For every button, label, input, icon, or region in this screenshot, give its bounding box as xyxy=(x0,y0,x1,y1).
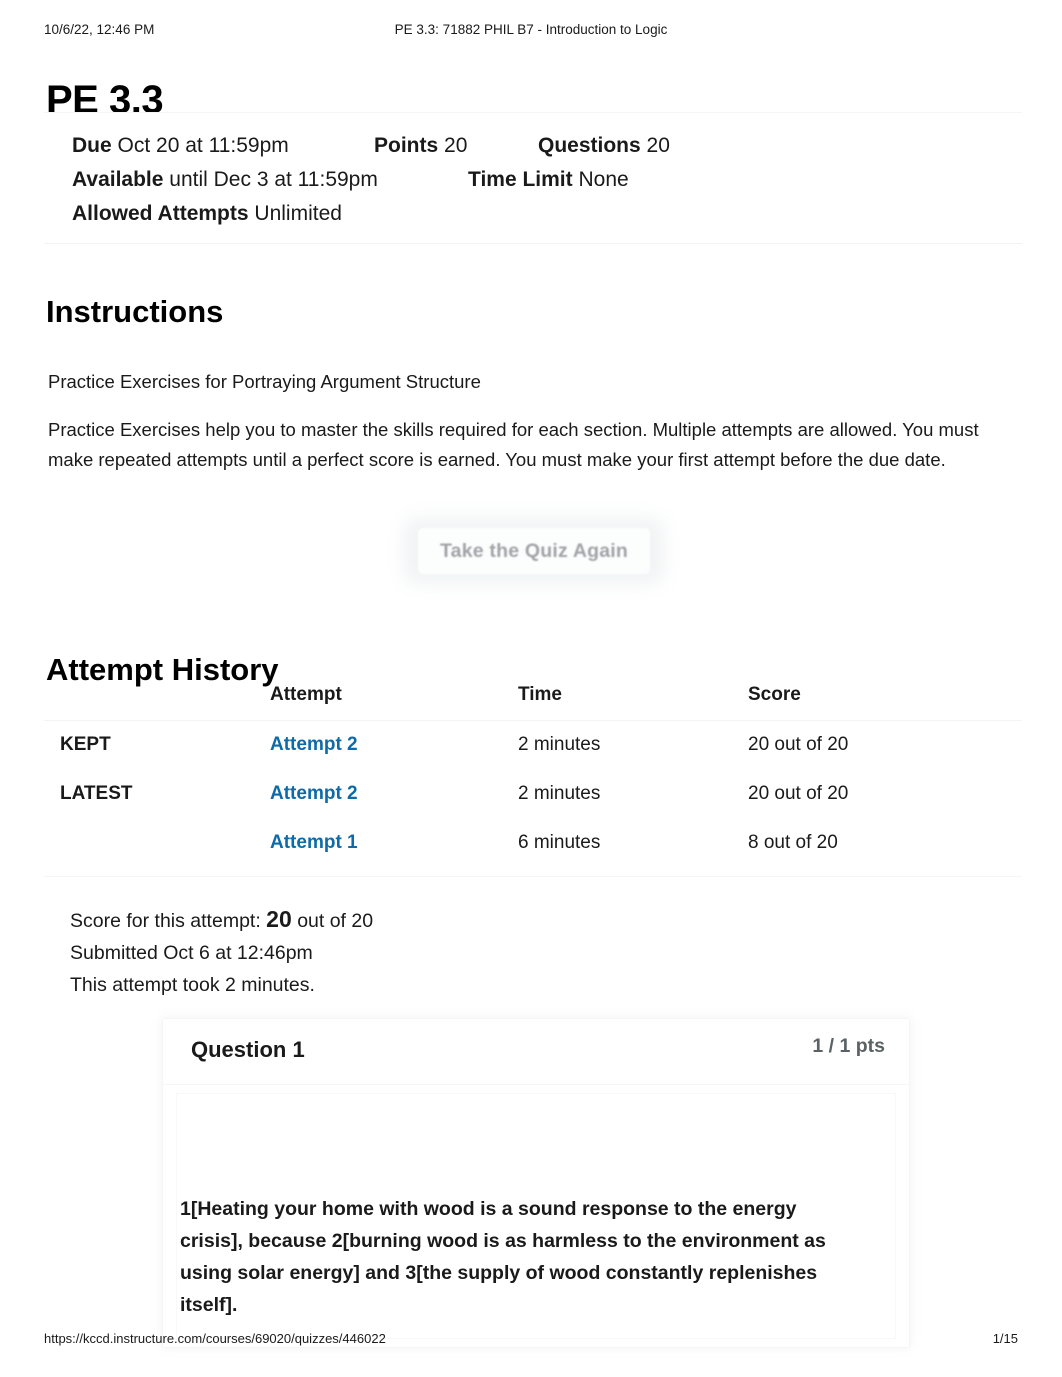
attempt-history-header-row: Attempt Time Score xyxy=(44,680,1022,721)
take-quiz-again-button[interactable]: Take the Quiz Again xyxy=(418,528,650,574)
quiz-due-value: Oct 20 at 11:59pm xyxy=(117,134,289,157)
score-prefix: Score for this attempt: xyxy=(70,910,261,932)
row-status-label xyxy=(44,819,270,877)
table-row: KEPT Attempt 2 2 minutes 20 out of 20 xyxy=(44,721,1022,771)
attempt-link[interactable]: Attempt 1 xyxy=(270,832,358,853)
quiz-meta-row-2: Available until Dec 3 at 11:59pm Time Li… xyxy=(58,163,1008,197)
column-header-score: Score xyxy=(748,680,1022,721)
row-time-cell: 2 minutes xyxy=(518,734,601,755)
score-summary: Score for this attempt: 20 out of 20 Sub… xyxy=(70,903,373,1001)
table-row: Attempt 1 6 minutes 8 out of 20 xyxy=(44,819,1022,877)
quiz-due: Due Oct 20 at 11:59pm xyxy=(72,129,289,163)
row-status-label: LATEST xyxy=(60,783,133,804)
take-quiz-again-container: Take the Quiz Again xyxy=(404,518,664,584)
quiz-meta-box: Due Oct 20 at 11:59pm Points 20 Question… xyxy=(44,112,1022,244)
column-header-time: Time xyxy=(518,680,748,721)
score-line: Score for this attempt: 20 out of 20 xyxy=(70,903,373,937)
question-text: 1[Heating your home with wood is a sound… xyxy=(180,1198,826,1316)
quiz-points-label: Points xyxy=(374,134,439,157)
score-value: 20 xyxy=(266,906,292,932)
row-status-label: KEPT xyxy=(60,734,111,755)
instructions-paragraph-2: Practice Exercises help you to master th… xyxy=(48,418,979,470)
question-body: 1[Heating your home with wood is a sound… xyxy=(163,1085,909,1347)
quiz-due-label: Due xyxy=(72,134,112,157)
quiz-time-limit: Time Limit None xyxy=(468,163,629,197)
quiz-meta-row-1: Due Oct 20 at 11:59pm Points 20 Question… xyxy=(58,129,1008,163)
quiz-available-value: until Dec 3 at 11:59pm xyxy=(169,168,378,191)
column-header-attempt: Attempt xyxy=(270,680,518,721)
instructions-paragraph-1: Practice Exercises for Portraying Argume… xyxy=(48,370,481,392)
row-score-cell: 8 out of 20 xyxy=(748,819,1022,877)
row-score-cell: 20 out of 20 xyxy=(748,734,849,755)
print-footer-page-number: 1/15 xyxy=(992,1331,1018,1346)
column-header-status xyxy=(44,680,270,721)
quiz-allowed-attempts-label: Allowed Attempts xyxy=(72,202,249,225)
question-card: Question 1 1 / 1 pts 1[Heating your home… xyxy=(162,1018,910,1348)
quiz-meta-row-3: Allowed Attempts Unlimited xyxy=(58,197,1008,231)
attempt-history-table: Attempt Time Score KEPT Attempt 2 2 minu… xyxy=(44,680,1022,877)
question-points-badge: 1 / 1 pts xyxy=(812,1035,885,1057)
quiz-available: Available until Dec 3 at 11:59pm xyxy=(72,163,378,197)
quiz-allowed-attempts-value: Unlimited xyxy=(254,202,342,225)
instructions-heading: Instructions xyxy=(46,293,224,329)
quiz-points: Points 20 xyxy=(374,129,467,163)
print-header: 10/6/22, 12:46 PM PE 3.3: 71882 PHIL B7 … xyxy=(0,22,1062,42)
attempt-link[interactable]: Attempt 2 xyxy=(270,783,358,804)
quiz-time-limit-value: None xyxy=(578,168,629,191)
row-attempt-cell: Attempt 2 xyxy=(270,770,518,819)
quiz-available-label: Available xyxy=(72,168,164,191)
question-header: Question 1 1 / 1 pts xyxy=(163,1019,909,1085)
question-title: Question 1 xyxy=(191,1037,305,1062)
row-time-cell: 2 minutes xyxy=(518,783,601,804)
attempt-history-tbody: KEPT Attempt 2 2 minutes 20 out of 20 LA… xyxy=(44,721,1022,877)
duration-line: This attempt took 2 minutes. xyxy=(70,974,315,996)
attempt-link[interactable]: Attempt 2 xyxy=(270,734,358,755)
quiz-points-value: 20 xyxy=(444,134,468,157)
print-footer: https://kccd.instructure.com/courses/690… xyxy=(0,1331,1062,1349)
row-attempt-cell: Attempt 2 xyxy=(270,721,518,771)
quiz-allowed-attempts: Allowed Attempts Unlimited xyxy=(72,197,342,231)
row-attempt-cell: Attempt 1 xyxy=(270,819,518,877)
quiz-time-limit-label: Time Limit xyxy=(468,168,573,191)
quiz-questions: Questions 20 xyxy=(538,129,670,163)
row-time-cell: 6 minutes xyxy=(518,819,748,877)
score-suffix: out of 20 xyxy=(297,910,374,932)
row-score-cell: 20 out of 20 xyxy=(748,783,849,804)
table-row: LATEST Attempt 2 2 minutes 20 out of 20 xyxy=(44,770,1022,819)
print-header-title: PE 3.3: 71882 PHIL B7 - Introduction to … xyxy=(394,22,668,37)
print-footer-url: https://kccd.instructure.com/courses/690… xyxy=(44,1331,386,1346)
quiz-questions-value: 20 xyxy=(646,134,670,157)
submitted-line: Submitted Oct 6 at 12:46pm xyxy=(70,942,313,964)
quiz-questions-label: Questions xyxy=(538,134,641,157)
attempt-history-thead: Attempt Time Score xyxy=(44,680,1022,721)
